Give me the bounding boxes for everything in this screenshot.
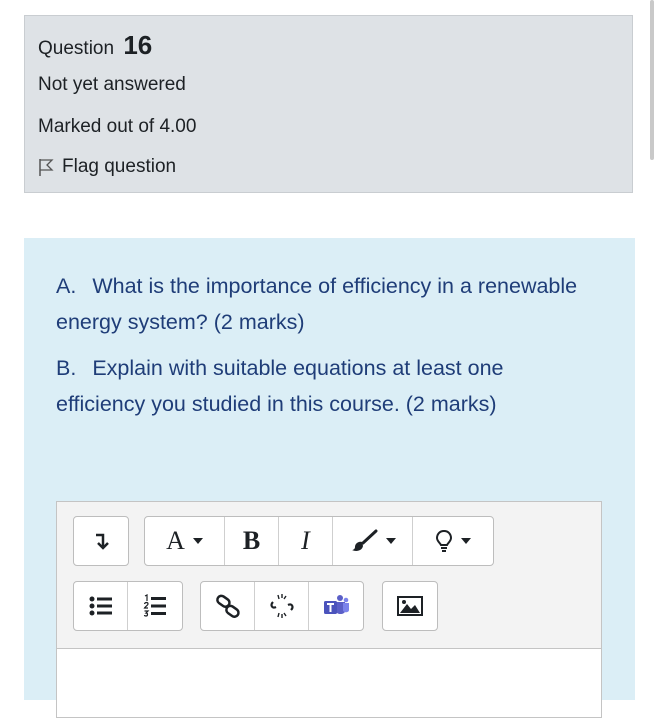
numbered-list-button[interactable] [128,582,182,630]
toolbar-group-format: A B I [144,516,494,566]
page-scrollbar[interactable] [650,0,654,160]
toolbar-group-lists [73,581,183,631]
bullet-list-icon [89,596,112,616]
toolbar-group-links [200,581,364,631]
question-label: Question [38,38,115,59]
toggle-toolbar-icon [96,533,109,550]
lightbulb-button[interactable] [413,517,493,565]
unlink-icon [269,594,294,618]
bold-button[interactable]: B [225,517,279,565]
numbered-list-icon [143,594,166,617]
image-icon [397,596,423,616]
flag-icon [39,159,54,176]
question-text: A. What is the importance of efficiency i… [56,268,596,432]
font-size-button[interactable]: A [145,517,225,565]
brush-icon [351,529,377,551]
bullet-list-button[interactable] [74,582,128,630]
toolbar-group-media [382,581,438,631]
toolbar-group-toggle [73,516,129,566]
link-icon [215,594,240,618]
bold-icon: B [242,526,261,555]
font-size-icon: A [166,526,185,555]
question-number: 16 [123,30,153,60]
italic-icon: I [301,526,310,555]
part-b-text: Explain with suitable equations at least… [56,356,504,416]
answer-text-area[interactable] [56,648,602,718]
question-state: Not yet answered [38,74,186,95]
lightbulb-icon [435,529,453,552]
part-a-label: A. [56,274,77,298]
teams-icon [324,595,349,614]
toggle-toolbar-button[interactable] [74,517,128,565]
rich-text-editor: A B I [56,501,602,718]
part-b-label: B. [56,356,77,380]
style-brush-button[interactable] [333,517,413,565]
part-a-text: What is the importance of efficiency in … [56,274,578,334]
teams-button[interactable] [309,582,363,630]
question-grade: Marked out of 4.00 [38,116,197,137]
chevron-down-icon [461,538,471,544]
flag-question-link[interactable]: Flag question [38,156,176,178]
italic-button[interactable]: I [279,517,333,565]
unlink-button[interactable] [255,582,309,630]
flag-question-label: Flag question [62,156,177,177]
insert-image-button[interactable] [383,582,437,630]
question-title: Question 16 [38,30,152,61]
question-part-b: B. Explain with suitable equations at lea… [56,350,596,422]
link-button[interactable] [201,582,255,630]
question-part-a: A. What is the importance of efficiency i… [56,268,596,340]
chevron-down-icon [192,538,203,544]
question-info-panel: Question 16 Not yet answered Marked out … [24,15,633,193]
chevron-down-icon [385,538,396,544]
question-content-panel: A. What is the importance of efficiency i… [24,238,635,718]
